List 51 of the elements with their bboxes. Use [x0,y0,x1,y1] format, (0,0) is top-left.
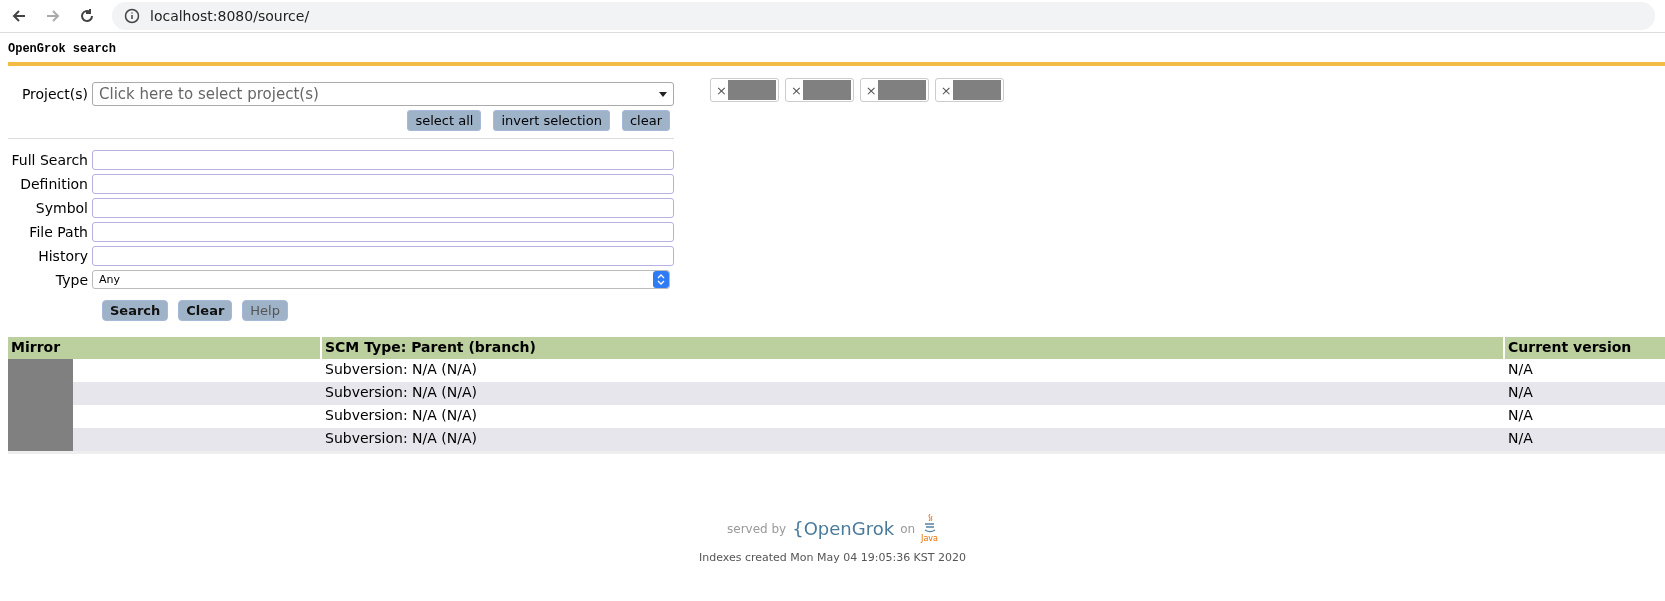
field-label: Symbol [34,200,88,216]
table-cell-text: N/A [1507,360,1534,379]
table-cell-text: Subversion: N/A (N/A) [324,360,478,379]
opengrok-logo[interactable]: {OpenGrok [792,518,895,539]
served-by-text: served by [727,521,787,536]
on-text: on [900,521,916,536]
form-button[interactable]: Clear [178,300,233,321]
column-header: Current version [1505,337,1665,359]
project-chip[interactable]: × [710,78,779,102]
url-text: localhost:8080/source/ [150,8,310,24]
stepper-icon [653,271,669,288]
redacted-block [877,80,926,100]
project-action-button[interactable]: select all [407,110,482,131]
field-label: Definition [19,176,88,192]
project-chip[interactable]: × [784,78,854,102]
field-label: Full Search [10,152,88,168]
search-input[interactable] [92,150,674,170]
field-label: Type [54,271,88,288]
type-select[interactable]: Any [92,270,670,289]
page-title: OpenGrok search [7,41,118,58]
table-cell-text: N/A [1507,383,1534,402]
java-logo-text: Java [921,534,938,543]
field-label: History [37,248,88,264]
project-select[interactable]: Click here to select project(s) [92,82,674,106]
table-cell-text: N/A [1507,406,1534,425]
field-label: Project(s) [20,86,88,102]
project-chip[interactable]: × [859,78,929,102]
reload-icon[interactable] [78,7,96,25]
project-action-button[interactable]: clear [621,110,670,131]
caret-icon [659,91,667,97]
redacted-block [952,80,1001,100]
table-cell-text: Subversion: N/A (N/A) [324,383,478,402]
search-input[interactable] [92,174,674,194]
project-chip[interactable]: × [934,78,1004,102]
coffee-cup-icon [922,514,937,534]
search-input[interactable] [92,198,674,218]
redacted-block [802,80,851,100]
form-button[interactable]: Search [102,300,169,321]
address-bar[interactable]: localhost:8080/source/ [112,2,1655,30]
table-cell-text: Subversion: N/A (N/A) [324,406,478,425]
field-label: File Path [28,224,88,240]
redacted-block [727,80,776,100]
column-header: SCM Type: Parent (branch) [322,337,1503,359]
index-date-text: Indexes created Mon May 04 19:05:36 KST 2020 [698,551,967,564]
column-header: Mirror [8,337,320,359]
table-cell-text: N/A [1507,429,1534,448]
search-input[interactable] [92,246,674,266]
search-input[interactable] [92,222,674,242]
table-cell-text: Subversion: N/A (N/A) [324,429,478,448]
info-icon [124,8,140,24]
project-action-button[interactable]: invert selection [493,110,610,131]
